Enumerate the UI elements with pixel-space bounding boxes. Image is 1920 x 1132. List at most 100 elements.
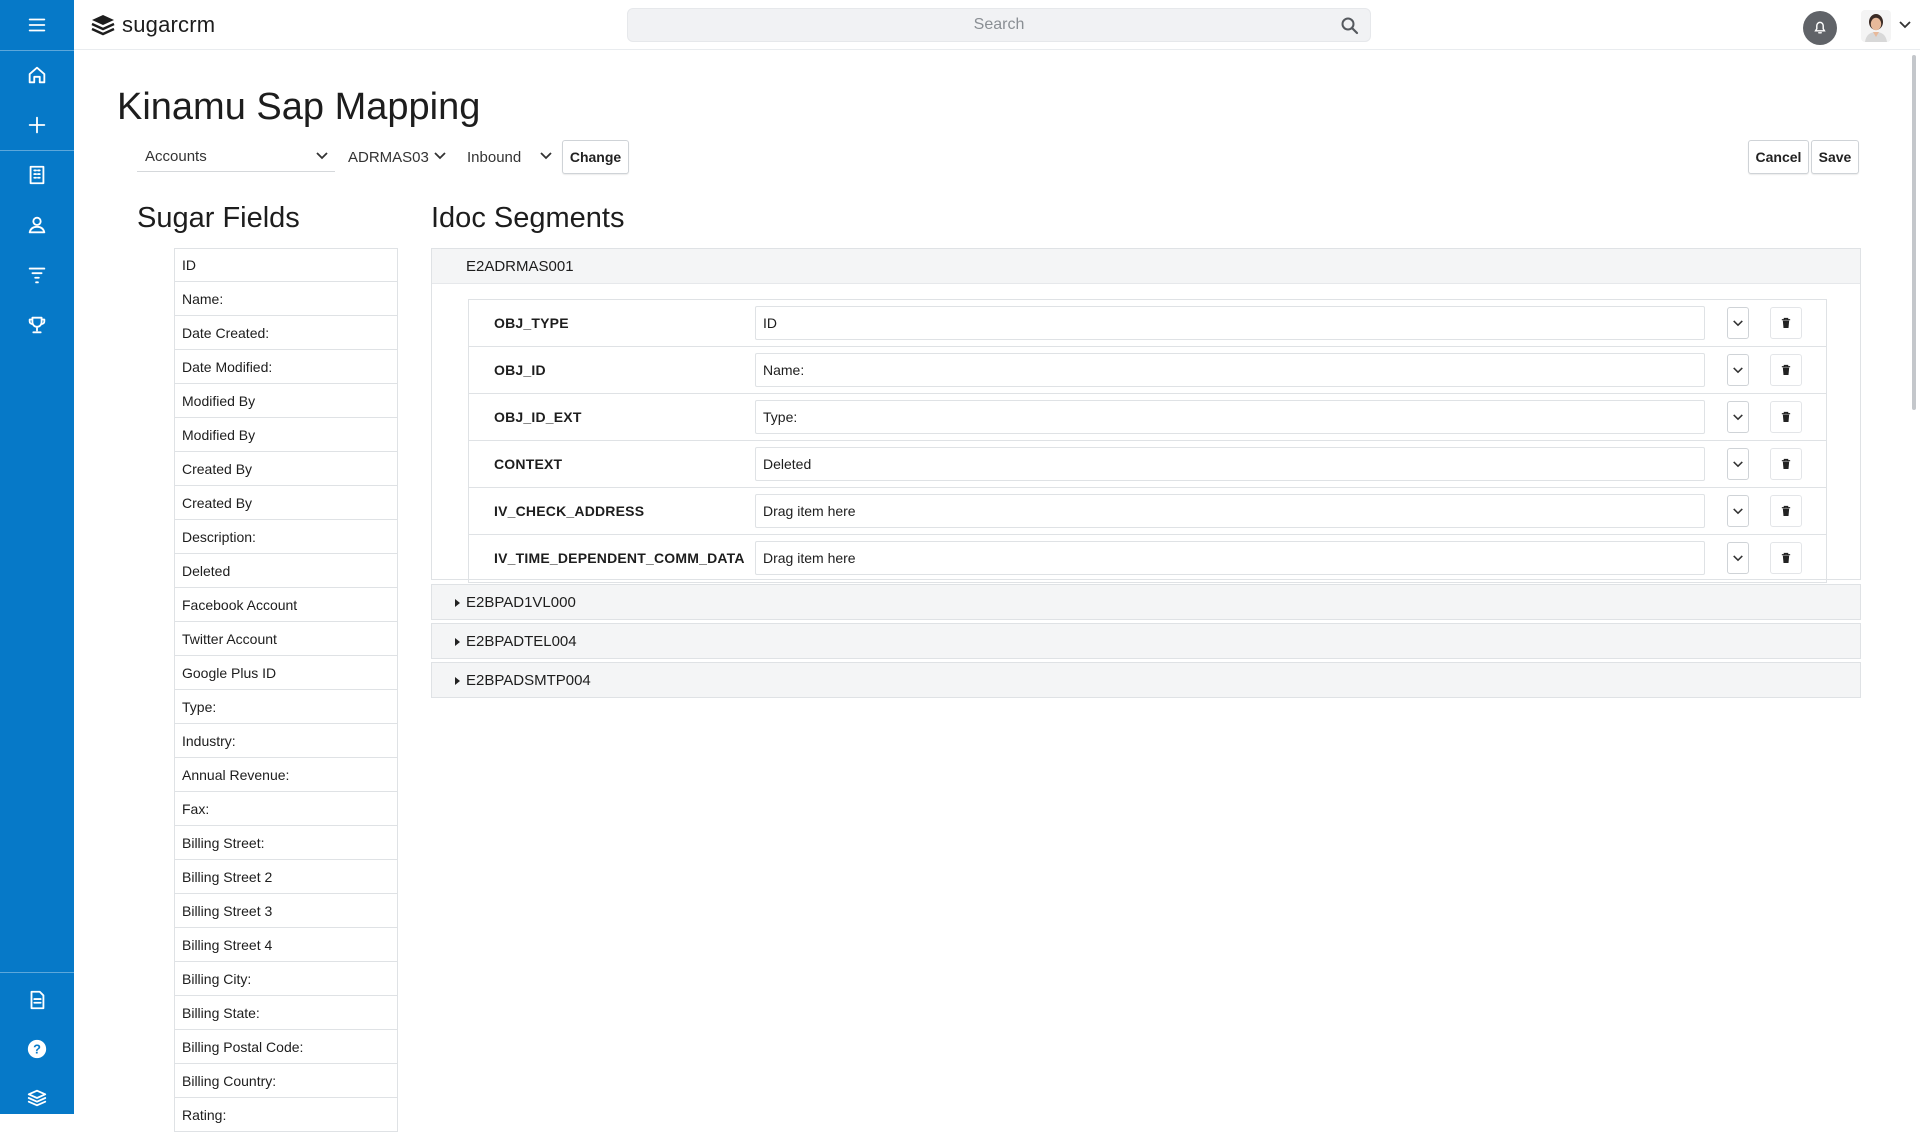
search-input[interactable]	[628, 9, 1370, 41]
segment-name: E2BPADSMTP004	[466, 671, 591, 689]
mapping-row: CONTEXT Deleted	[469, 441, 1826, 488]
mapping-drop-target[interactable]: Type:	[755, 400, 1705, 434]
segment-panel-collapsed[interactable]: E2BPADTEL004	[431, 623, 1861, 659]
delete-mapping-button[interactable]	[1770, 542, 1802, 574]
draggable-field[interactable]: Billing Country:	[174, 1064, 398, 1098]
draggable-field[interactable]: Modified By	[174, 418, 398, 452]
mapping-row: OBJ_ID Name:	[469, 347, 1826, 394]
segment-header[interactable]: E2ADRMAS001	[432, 249, 1860, 284]
draggable-field[interactable]: Billing City:	[174, 962, 398, 996]
draggable-field[interactable]: Date Created:	[174, 316, 398, 350]
leads-nav-button[interactable]	[0, 250, 74, 300]
delete-mapping-button[interactable]	[1770, 354, 1802, 386]
bell-icon	[1814, 21, 1826, 34]
draggable-field[interactable]: Industry:	[174, 724, 398, 758]
trash-icon	[1781, 317, 1791, 328]
trash-icon	[1781, 505, 1791, 516]
sidebar-divider	[0, 972, 74, 973]
chevron-down-icon	[1733, 319, 1743, 326]
module-select-value: Accounts	[145, 148, 207, 165]
quick-create-button[interactable]	[0, 100, 74, 150]
draggable-field[interactable]: Billing Street 2	[174, 860, 398, 894]
draggable-field[interactable]: Twitter Account	[174, 622, 398, 656]
chevron-down-icon	[1733, 366, 1743, 373]
contacts-nav-button[interactable]	[0, 200, 74, 250]
trash-icon	[1781, 458, 1791, 469]
draggable-field[interactable]: Billing Postal Code:	[174, 1030, 398, 1064]
menu-button[interactable]	[0, 0, 74, 50]
chevron-down-icon	[540, 152, 552, 160]
layers-button[interactable]	[0, 1073, 74, 1123]
mapping-row: IV_CHECK_ADDRESS Drag item here	[469, 488, 1826, 535]
mapping-dropdown-button[interactable]	[1727, 307, 1749, 339]
search-icon[interactable]	[1340, 16, 1360, 36]
opportunities-nav-button[interactable]	[0, 300, 74, 350]
svg-text:?: ?	[33, 1042, 41, 1057]
user-avatar[interactable]	[1861, 10, 1891, 42]
mapping-dropdown-button[interactable]	[1727, 495, 1749, 527]
chevron-down-icon	[1733, 413, 1743, 420]
trash-icon	[1781, 364, 1791, 375]
draggable-field[interactable]: Date Modified:	[174, 350, 398, 384]
segment-field-name: OBJ_ID_EXT	[494, 409, 582, 425]
accounts-nav-button[interactable]	[0, 150, 74, 200]
page-scrollbar[interactable]	[1912, 55, 1916, 410]
mapping-row: IV_TIME_DEPENDENT_COMM_DATA Drag item he…	[469, 535, 1826, 582]
draggable-field[interactable]: Fax:	[174, 792, 398, 826]
delete-mapping-button[interactable]	[1770, 401, 1802, 433]
draggable-field[interactable]: Billing Street 4	[174, 928, 398, 962]
segment-panel-collapsed[interactable]: E2BPAD1VL000	[431, 584, 1861, 620]
idoc-type-select[interactable]: ADRMAS03	[340, 142, 453, 172]
draggable-field[interactable]: Rating:	[174, 1098, 398, 1132]
draggable-field[interactable]: Modified By	[174, 384, 398, 418]
chevron-down-icon[interactable]	[1898, 20, 1912, 30]
mapping-drop-target[interactable]: ID	[755, 306, 1705, 340]
filter-icon	[28, 267, 46, 284]
draggable-field[interactable]: Billing State:	[174, 996, 398, 1030]
notes-nav-button[interactable]	[0, 975, 74, 1025]
draggable-field[interactable]: Billing Street 3	[174, 894, 398, 928]
mapping-dropdown-button[interactable]	[1727, 401, 1749, 433]
notifications-button[interactable]	[1803, 11, 1837, 45]
draggable-field[interactable]: Deleted	[174, 554, 398, 588]
chevron-down-icon	[316, 152, 328, 160]
draggable-field[interactable]: Google Plus ID	[174, 656, 398, 690]
draggable-field[interactable]: Created By	[174, 486, 398, 520]
help-button[interactable]: ?	[0, 1024, 74, 1074]
draggable-field[interactable]: Facebook Account	[174, 588, 398, 622]
mapping-row: OBJ_TYPE ID	[469, 300, 1826, 347]
trophy-icon	[28, 316, 46, 334]
segment-panel-collapsed[interactable]: E2BPADSMTP004	[431, 662, 1861, 698]
save-button[interactable]: Save	[1811, 140, 1859, 174]
direction-select[interactable]: Inbound	[459, 142, 559, 172]
draggable-field[interactable]: Type:	[174, 690, 398, 724]
avatar-image	[1861, 10, 1891, 42]
segment-field-name: IV_CHECK_ADDRESS	[494, 503, 645, 519]
sugarcrm-logo[interactable]: sugarcrm	[90, 12, 215, 38]
delete-mapping-button[interactable]	[1770, 448, 1802, 480]
mapping-drop-target[interactable]: Name:	[755, 353, 1705, 387]
mapping-drop-target[interactable]: Drag item here	[755, 494, 1705, 528]
document-icon	[30, 990, 45, 1010]
idoc-type-select-value: ADRMAS03	[348, 148, 429, 166]
module-select[interactable]: Accounts	[137, 142, 335, 172]
delete-mapping-button[interactable]	[1770, 307, 1802, 339]
draggable-field[interactable]: Billing Street:	[174, 826, 398, 860]
idoc-segments-title: Idoc Segments	[431, 202, 625, 234]
mapping-dropdown-button[interactable]	[1727, 542, 1749, 574]
mapping-drop-target[interactable]: Deleted	[755, 447, 1705, 481]
home-button[interactable]	[0, 50, 74, 100]
mapping-drop-target[interactable]: Drag item here	[755, 541, 1705, 575]
draggable-field[interactable]: Description:	[174, 520, 398, 554]
cancel-button[interactable]: Cancel	[1748, 140, 1809, 174]
draggable-field[interactable]: Name:	[174, 282, 398, 316]
draggable-field[interactable]: Annual Revenue:	[174, 758, 398, 792]
draggable-field[interactable]: Created By	[174, 452, 398, 486]
sugar-fields-list: ID Name: Date Created: Date Modified: Mo…	[174, 248, 398, 1132]
mapping-dropdown-button[interactable]	[1727, 354, 1749, 386]
global-search	[627, 8, 1371, 42]
delete-mapping-button[interactable]	[1770, 495, 1802, 527]
draggable-field[interactable]: ID	[174, 248, 398, 282]
change-button[interactable]: Change	[562, 140, 629, 174]
mapping-dropdown-button[interactable]	[1727, 448, 1749, 480]
